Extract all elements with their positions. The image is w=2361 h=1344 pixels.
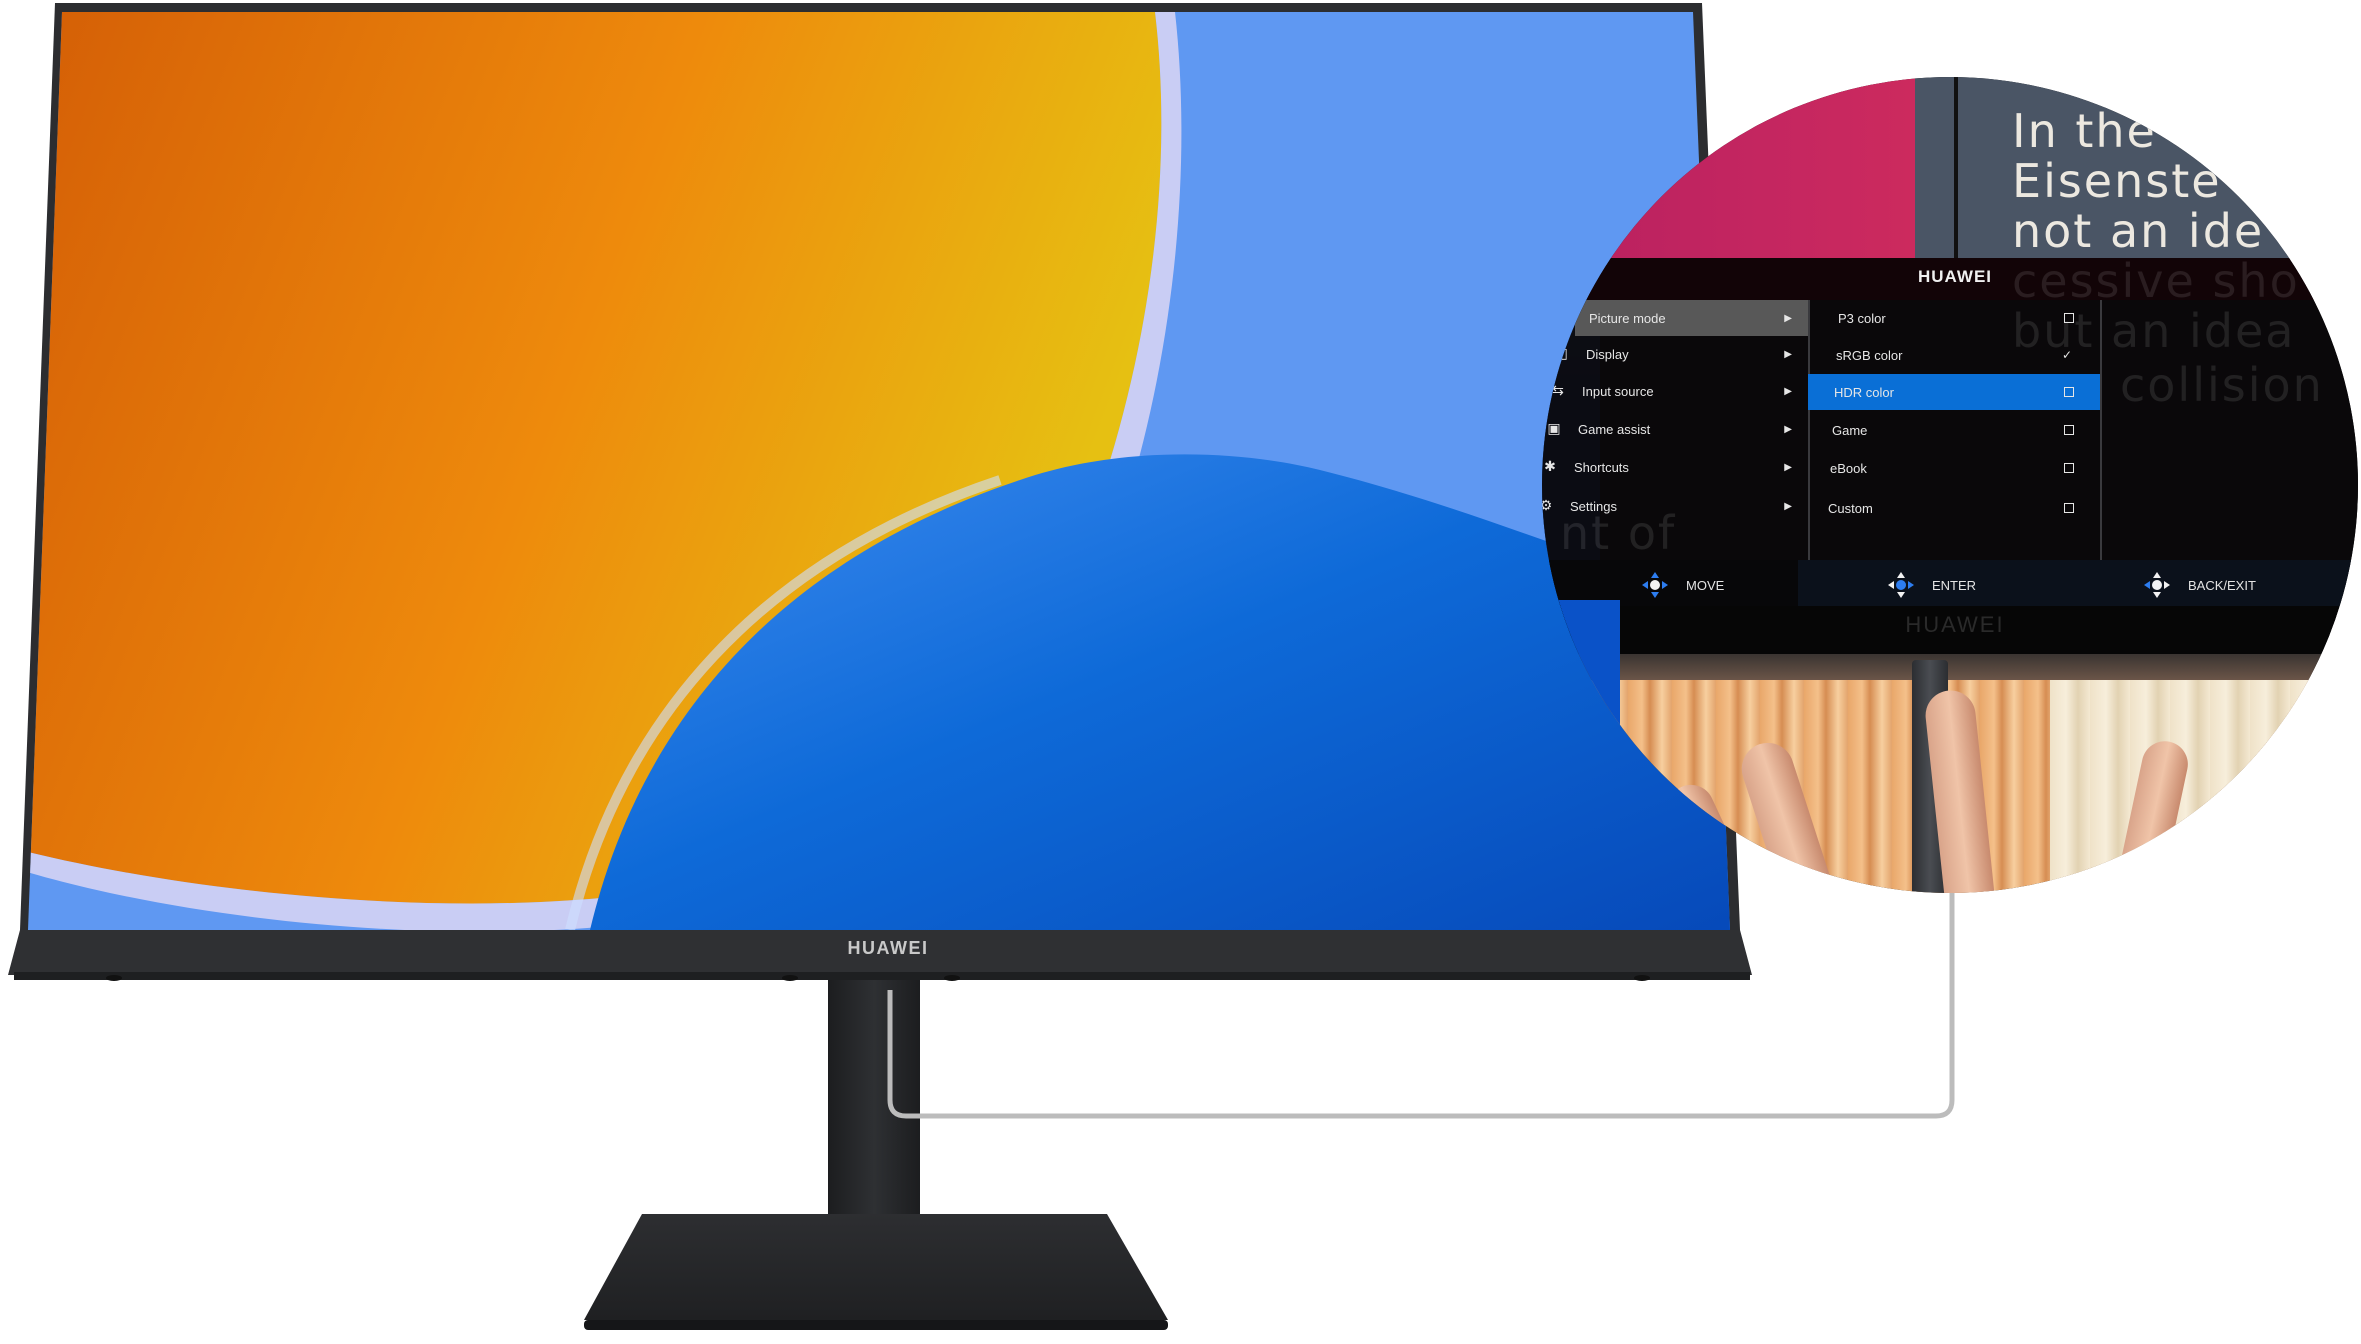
zoomed-bezel-logo: HUAWEI: [1905, 612, 2005, 637]
content-divider: [1954, 77, 1958, 260]
chevron-right-icon: ▶: [1784, 461, 1792, 473]
osd-option-hdr-color[interactable]: HDR color: [1808, 374, 2100, 410]
osd-menu-item-label: Settings: [1570, 498, 1617, 514]
checkbox-empty-icon: [2064, 313, 2074, 323]
ghost-text-line: cessive sho: [2012, 254, 2300, 308]
osd-menu-item-shortcuts[interactable]: Shortcuts ▶: [1558, 449, 1808, 485]
osd-option-label: Game: [1832, 422, 1868, 438]
osd-option-label: P3 color: [1838, 310, 1886, 326]
monitor-screen: [28, 12, 1730, 930]
chevron-right-icon: ▶: [1784, 385, 1792, 397]
input-source-icon: ⇆: [1552, 382, 1564, 398]
osd-option-label: HDR color: [1834, 384, 1894, 400]
osd-menu-item-label: Game assist: [1578, 421, 1651, 437]
chevron-right-icon: ▶: [1784, 423, 1792, 435]
footer-hint-label: MOVE: [1686, 577, 1725, 593]
gamepad-icon: ▣: [1547, 420, 1561, 436]
osd-menu-item-game-assist[interactable]: Game assist ▶: [1562, 411, 1808, 447]
osd-option-p3-color[interactable]: P3 color: [1812, 300, 2100, 336]
footer-hint-move: MOVE: [1642, 572, 1724, 598]
checkbox-empty-icon: [2064, 463, 2074, 473]
ghost-text-line: collision: [2120, 358, 2324, 412]
osd-menu-item-settings[interactable]: Settings ▶: [1554, 488, 1808, 524]
checkbox-empty-icon: [2064, 503, 2074, 513]
osd-brand-logo: HUAWEI: [1918, 267, 1992, 286]
osd-option-label: sRGB color: [1836, 347, 1903, 363]
joystick-enter-icon: [1888, 572, 1914, 598]
osd-column-divider: [2100, 300, 2102, 560]
osd-menu-item-display[interactable]: Display ▶: [1570, 336, 1808, 372]
joystick-move-icon: [1642, 572, 1668, 598]
osd-menu-item-label: Display: [1586, 346, 1629, 362]
monitor-brand-logo: HUAWEI: [847, 938, 929, 958]
footer-hint-back-exit: BACK/EXIT: [2144, 572, 2256, 598]
stand-neck: [828, 975, 920, 1245]
chevron-right-icon: ▶: [1784, 500, 1792, 512]
checkbox-empty-icon: [2064, 387, 2074, 397]
osd-menu-item-label: Input source: [1582, 383, 1654, 399]
settings-icon: ⚙: [1542, 497, 1553, 513]
stand-base-edge: [584, 1320, 1168, 1330]
osd-option-ebook[interactable]: eBook: [1804, 450, 2100, 486]
joystick-back-icon: [2144, 572, 2170, 598]
stand-base: [584, 1214, 1168, 1320]
background-text-line: not an ide: [2012, 204, 2265, 258]
osd-option-label: Custom: [1828, 500, 1873, 516]
footer-hint-enter: ENTER: [1888, 572, 1976, 598]
checkbox-empty-icon: [2064, 425, 2074, 435]
background-text-line: In the: [2012, 104, 2157, 158]
chevron-right-icon: ▶: [1784, 348, 1792, 360]
checkmark-icon: ✓: [2062, 348, 2073, 362]
osd-option-game[interactable]: Game: [1806, 412, 2100, 448]
osd-menu-item-label: Picture mode: [1589, 310, 1666, 326]
footer-hint-label: ENTER: [1932, 577, 1977, 593]
chevron-right-icon: ▶: [1784, 312, 1792, 324]
shortcuts-icon: ✱: [1544, 458, 1556, 474]
osd-menu-item-picture-mode[interactable]: Picture mode ▶: [1575, 300, 1808, 336]
osd-menu-item-label: Shortcuts: [1574, 459, 1629, 475]
osd-menu-item-input-source[interactable]: Input source ▶: [1566, 373, 1808, 409]
zoom-callout-circle: In the Eisenste not an ide cessive sho b…: [1542, 77, 2358, 893]
footer-hint-label: BACK/EXIT: [2188, 577, 2256, 593]
background-text-line: Eisenste: [2012, 154, 2222, 208]
osd-option-label: eBook: [1830, 460, 1867, 476]
osd-option-custom[interactable]: Custom: [1802, 490, 2100, 526]
osd-option-srgb-color[interactable]: sRGB color ✓: [1810, 337, 2100, 373]
